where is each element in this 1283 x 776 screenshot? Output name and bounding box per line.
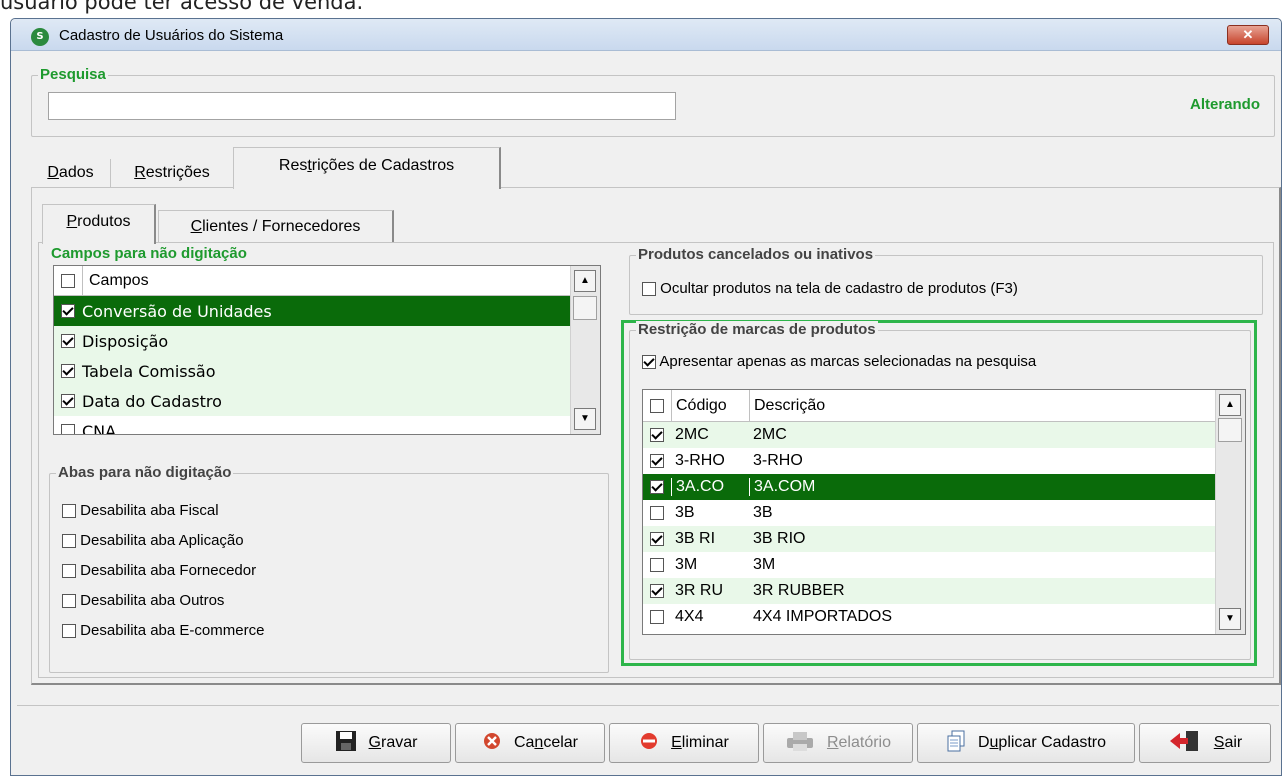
- item-checkbox[interactable]: [61, 394, 75, 408]
- tab-dados[interactable]: Dados: [31, 159, 111, 187]
- close-icon[interactable]: ✕: [1227, 25, 1269, 45]
- aba-fornecedor-option[interactable]: Desabilita aba Fornecedor: [62, 562, 256, 579]
- abas-legend: Abas para não digitação: [56, 464, 234, 481]
- table-row[interactable]: 2MC 2MC: [643, 422, 1217, 448]
- ocultar-option[interactable]: Ocultar produtos na tela de cadastro de …: [642, 280, 1018, 297]
- table-row[interactable]: 3R RU 3R RUBBER: [643, 578, 1217, 604]
- list-item[interactable]: Data do Cadastro: [54, 386, 572, 416]
- item-checkbox[interactable]: [61, 364, 75, 378]
- subtab-produtos[interactable]: Produtos: [42, 204, 156, 244]
- marcas-header: Código Descrição: [643, 390, 1217, 422]
- campos-grid[interactable]: Campos Conversão de Unidades Disposição …: [53, 265, 601, 435]
- table-row[interactable]: 4X4 4X4 IMPORTADOS: [643, 604, 1217, 630]
- title-bar: S Cadastro de Usuários do Sistema ✕: [11, 19, 1281, 51]
- floppy-icon: [335, 730, 357, 757]
- search-input[interactable]: [48, 92, 676, 120]
- search-group: Pesquisa Alterando: [31, 66, 1275, 137]
- aba-fornecedor-checkbox[interactable]: [62, 564, 76, 579]
- aba-fiscal-checkbox[interactable]: [62, 504, 76, 519]
- row-checkbox[interactable]: [650, 428, 664, 442]
- marcas-legend: Restrição de marcas de produtos: [636, 321, 878, 338]
- col-descricao: Descrição: [749, 390, 825, 422]
- aba-ecommerce-checkbox[interactable]: [62, 624, 76, 639]
- marcas-scrollbar[interactable]: ▲ ▼: [1215, 390, 1245, 634]
- marcas-grid[interactable]: Código Descrição 2MC 2MC 3-RHO 3-RHO 3A.CO…: [642, 389, 1246, 635]
- aba-outros-option[interactable]: Desabilita aba Outros: [62, 592, 224, 609]
- apresentar-checkbox[interactable]: [642, 355, 656, 370]
- report-icon: [785, 730, 815, 757]
- campos-header-checkbox[interactable]: [61, 273, 75, 288]
- scroll-down-icon[interactable]: ▼: [574, 408, 596, 430]
- page-caption: usuário pode ter acesso de venda.: [0, 0, 364, 14]
- table-row[interactable]: 3B 3B: [643, 500, 1217, 526]
- scroll-thumb[interactable]: [1218, 418, 1242, 442]
- scroll-up-icon[interactable]: ▲: [1219, 394, 1241, 416]
- tab-panel: Produtos Clientes / Fornecedores Campos …: [31, 187, 1281, 685]
- search-legend: Pesquisa: [38, 66, 108, 83]
- aba-aplicacao-checkbox[interactable]: [62, 534, 76, 549]
- row-checkbox[interactable]: [650, 558, 664, 572]
- aba-ecommerce-option[interactable]: Desabilita aba E-commerce: [62, 622, 264, 639]
- cancelar-button[interactable]: Cancelar: [455, 723, 605, 763]
- window-title: Cadastro de Usuários do Sistema: [59, 27, 284, 44]
- campos-header: Campos: [54, 266, 572, 296]
- app-icon: S: [31, 28, 49, 46]
- user-registration-window: S Cadastro de Usuários do Sistema ✕ Pesq…: [10, 18, 1282, 776]
- exit-icon: [1168, 729, 1202, 758]
- cancelados-group: Produtos cancelados ou inativos Ocultar …: [629, 246, 1263, 315]
- sair-button[interactable]: Sair: [1139, 723, 1271, 763]
- abas-group: Abas para não digitação Desabilita aba F…: [49, 464, 609, 673]
- cancelados-legend: Produtos cancelados ou inativos: [636, 246, 876, 263]
- aba-outros-checkbox[interactable]: [62, 594, 76, 609]
- duplicar-cadastro-button[interactable]: Duplicar Cadastro: [917, 723, 1135, 763]
- list-item[interactable]: Conversão de Unidades: [54, 296, 572, 326]
- campos-header-label: Campos: [82, 266, 149, 296]
- edit-status: Alterando: [1189, 96, 1260, 113]
- row-checkbox[interactable]: [650, 584, 664, 598]
- duplicate-icon: [946, 730, 966, 757]
- apresentar-option[interactable]: Apresentar apenas as marcas selecionadas…: [642, 353, 1036, 370]
- list-item[interactable]: CNA: [54, 416, 572, 434]
- tab-restricoes-cadastros[interactable]: Restrições de Cadastros: [233, 147, 501, 189]
- item-checkbox[interactable]: [61, 304, 75, 318]
- subtab-clientes-fornecedores[interactable]: Clientes / Fornecedores: [158, 210, 394, 242]
- aba-aplicacao-option[interactable]: Desabilita aba Aplicação: [62, 532, 244, 549]
- delete-icon: [639, 731, 659, 756]
- table-row[interactable]: 3B RI 3B RIO: [643, 526, 1217, 552]
- table-row[interactable]: 3-RHO 3-RHO: [643, 448, 1217, 474]
- row-checkbox[interactable]: [650, 480, 664, 494]
- col-codigo: Código: [671, 390, 749, 422]
- marcas-header-checkbox[interactable]: [650, 398, 664, 413]
- ocultar-checkbox[interactable]: [642, 282, 656, 297]
- campos-scrollbar[interactable]: ▲ ▼: [570, 266, 600, 434]
- list-item[interactable]: Tabela Comissão: [54, 356, 572, 386]
- gravar-button[interactable]: Gravar: [301, 723, 451, 763]
- table-row[interactable]: 3A.CO 3A.COM: [643, 474, 1217, 500]
- row-checkbox[interactable]: [650, 610, 664, 624]
- campos-legend: Campos para não digitação: [49, 245, 249, 262]
- subtab-panel: Campos para não digitação Campos Convers…: [38, 242, 1274, 678]
- list-item[interactable]: Disposição: [54, 326, 572, 356]
- aba-fiscal-option[interactable]: Desabilita aba Fiscal: [62, 502, 219, 519]
- row-checkbox[interactable]: [650, 532, 664, 546]
- row-checkbox[interactable]: [650, 454, 664, 468]
- scroll-up-icon[interactable]: ▲: [574, 270, 596, 292]
- relatorio-button[interactable]: Relatório: [763, 723, 913, 763]
- scroll-thumb[interactable]: [573, 296, 597, 320]
- row-checkbox[interactable]: [650, 506, 664, 520]
- item-checkbox[interactable]: [61, 424, 75, 434]
- tab-restricoes[interactable]: Restrições: [115, 159, 229, 187]
- cancel-icon: [482, 731, 502, 756]
- item-checkbox[interactable]: [61, 334, 75, 348]
- marcas-group: Restrição de marcas de produtos Apresent…: [629, 321, 1251, 660]
- eliminar-button[interactable]: Eliminar: [609, 723, 759, 763]
- status-strip: [17, 705, 1279, 706]
- table-row[interactable]: 3M 3M: [643, 552, 1217, 578]
- scroll-down-icon[interactable]: ▼: [1219, 608, 1241, 630]
- campos-group: Campos para não digitação Campos Convers…: [41, 245, 615, 445]
